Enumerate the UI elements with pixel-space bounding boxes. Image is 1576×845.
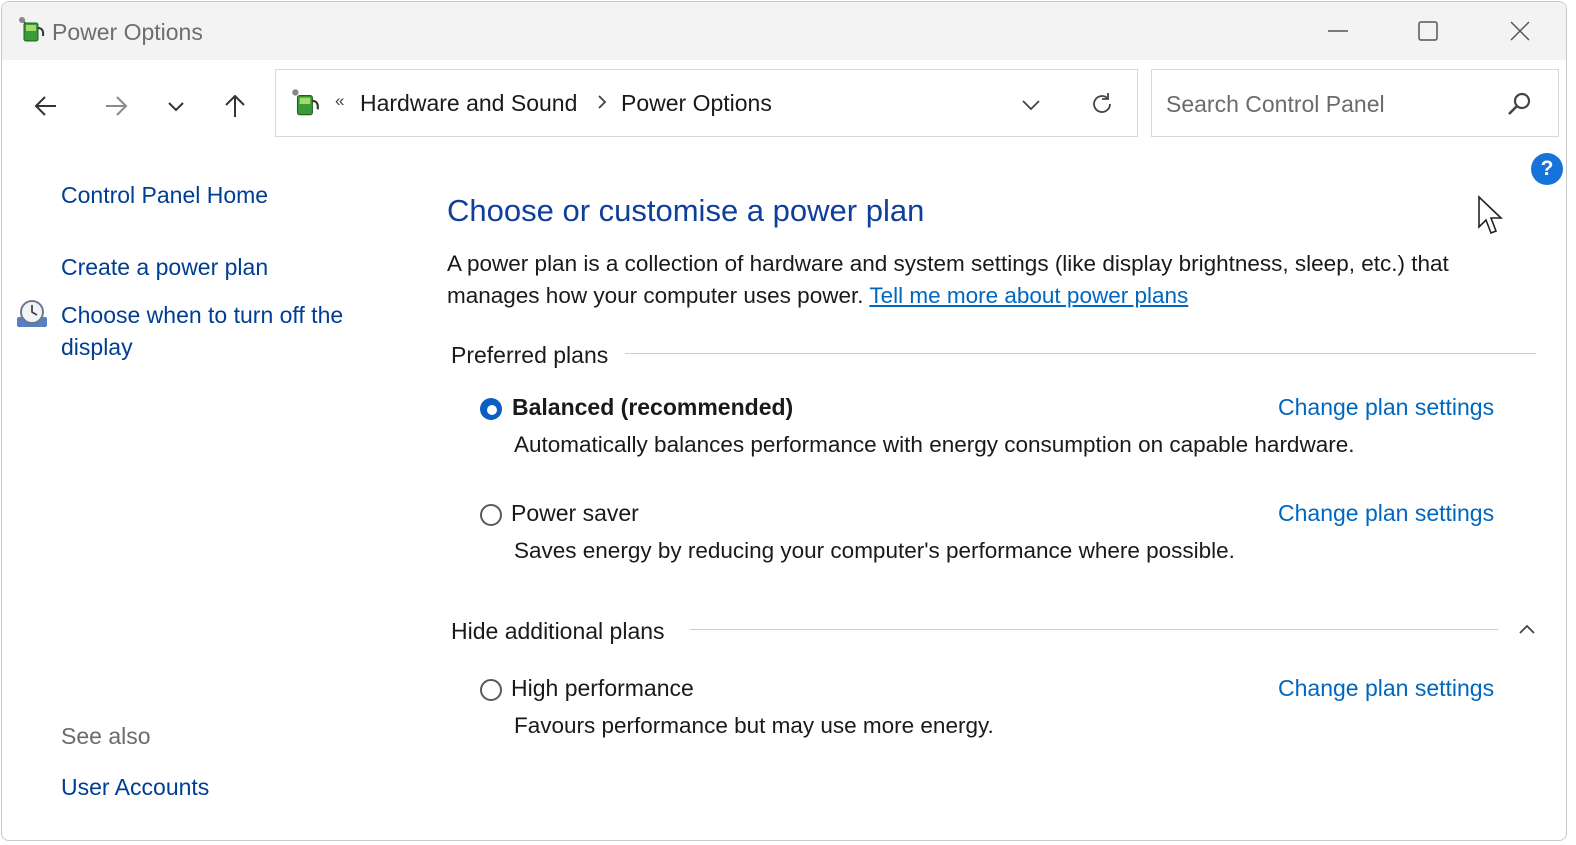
power-options-window: Power Options « Hardware and Sound Power… [1,1,1567,841]
arrow-right-icon [106,96,128,116]
power-options-location-icon [292,89,319,116]
address-history-button[interactable] [1016,90,1046,120]
plan-description-balanced: Automatically balances performance with … [514,432,1355,457]
power-plans-help-link[interactable]: Tell me more about power plans [869,283,1188,308]
minimize-button[interactable] [1318,12,1358,50]
section-divider [625,353,1536,354]
change-plan-settings-high-performance-link[interactable]: Change plan settings [1278,675,1494,702]
address-bar[interactable]: « Hardware and Sound Power Options [275,69,1138,137]
change-plan-settings-power-saver-link[interactable]: Change plan settings [1278,500,1494,527]
clock-monitor-icon [17,300,47,327]
control-panel-home-link[interactable]: Control Panel Home [61,179,268,211]
arrow-up-icon [225,94,245,117]
window-title: Power Options [52,19,203,45]
navigation-bar: « Hardware and Sound Power Options [2,60,1566,150]
maximize-icon [1418,21,1438,41]
preferred-plans-heading: Preferred plans [451,342,609,368]
chevron-down-icon [168,102,184,112]
plan-name-power-saver[interactable]: Power saver [511,500,639,527]
maximize-button[interactable] [1408,12,1448,50]
user-accounts-link[interactable]: User Accounts [61,771,209,803]
plan-name-balanced[interactable]: Balanced (recommended) [512,394,793,421]
plan-description-power-saver: Saves energy by reducing your computer's… [514,538,1235,563]
back-button[interactable] [28,88,64,124]
breadcrumb-power-options[interactable]: Power Options [621,90,772,117]
radio-power-saver[interactable] [480,504,502,526]
breadcrumb-overflow-icon[interactable]: « [335,91,344,111]
close-icon [1510,21,1530,41]
title-bar: Power Options [2,2,1566,60]
refresh-button[interactable] [1086,88,1118,120]
section-divider [690,629,1498,630]
page-title: Choose or customise a power plan [447,193,925,228]
power-options-app-icon [19,17,45,42]
chevron-up-icon [1519,624,1535,634]
create-power-plan-link[interactable]: Create a power plan [61,251,268,283]
radio-high-performance[interactable] [480,679,502,701]
close-button[interactable] [1500,12,1540,50]
recent-locations-button[interactable] [158,88,194,124]
hide-additional-plans-heading[interactable]: Hide additional plans [451,618,665,645]
collapse-additional-plans-button[interactable] [1512,614,1542,644]
plan-description-high-performance: Favours performance but may use more ene… [514,713,994,738]
search-icon[interactable] [1504,90,1534,120]
breadcrumb-chevron-icon[interactable] [596,93,608,111]
arrow-left-icon [34,96,56,116]
mouse-pointer-icon [1478,195,1503,235]
help-icon[interactable]: ? [1531,153,1563,185]
breadcrumb-hardware-and-sound[interactable]: Hardware and Sound [360,90,577,117]
up-button[interactable] [217,88,253,124]
intro-paragraph: A power plan is a collection of hardware… [447,248,1537,312]
turn-off-display-link[interactable]: Choose when to turn off the display [61,299,391,363]
forward-button[interactable] [98,88,134,124]
refresh-icon [1093,93,1111,113]
radio-balanced[interactable] [480,398,502,420]
chevron-down-icon [1022,100,1040,111]
see-also-heading: See also [61,723,151,749]
plan-name-high-performance[interactable]: High performance [511,675,694,702]
search-input[interactable] [1164,84,1498,124]
search-box[interactable] [1151,69,1559,137]
change-plan-settings-balanced-link[interactable]: Change plan settings [1278,394,1494,421]
minimize-icon [1328,30,1348,32]
